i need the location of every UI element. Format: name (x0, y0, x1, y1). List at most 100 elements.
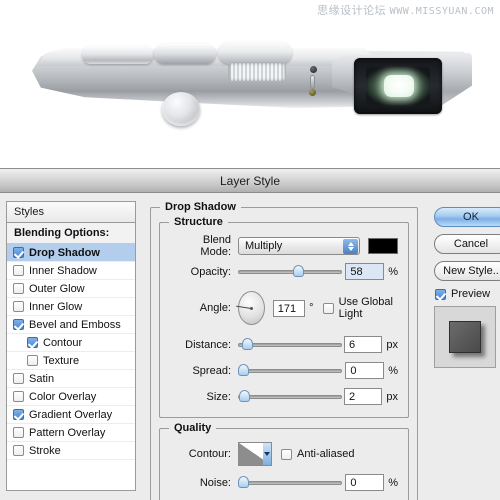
sidebar-item-gradient-overlay[interactable]: Gradient Overlay (7, 406, 135, 424)
checkbox-anti-aliased[interactable] (281, 448, 292, 460)
checkbox-preview[interactable] (435, 288, 446, 300)
angle-input[interactable]: 171 (272, 299, 306, 317)
sidebar-label-satin: Satin (29, 372, 55, 385)
noise-slider-knob[interactable] (238, 475, 249, 488)
drop-shadow-settings-panel: Drop Shadow Structure Blend Mode: Multip… (150, 201, 418, 500)
chevron-updown-icon[interactable] (343, 238, 359, 254)
sidebar-item-drop-shadow[interactable]: Drop Shadow (7, 244, 135, 262)
camera-viewfinder-glow (384, 75, 414, 97)
opacity-input[interactable]: 58 (345, 263, 385, 280)
quality-group: Quality Contour: Anti-aliased Noise: 0 % (159, 422, 409, 500)
dialog-titlebar[interactable]: Layer Style (0, 169, 500, 193)
noise-input[interactable]: 0 (345, 474, 385, 491)
distance-slider-knob[interactable] (242, 337, 253, 350)
contour-label: Contour: (188, 448, 231, 460)
opacity-slider-knob[interactable] (293, 264, 304, 277)
ok-button[interactable]: OK (434, 207, 500, 227)
sidebar-label-bevel-and-emboss: Bevel and Emboss (29, 318, 121, 331)
anti-aliased-row[interactable]: Anti-aliased (281, 448, 354, 460)
screenshot-root: 思缘设计论坛 WWW.MISSYUAN.COM Layer Style Styl… (0, 0, 500, 500)
camera-led-indicator (309, 89, 316, 96)
checkbox-satin[interactable] (13, 373, 24, 384)
opacity-unit: % (388, 265, 398, 278)
size-slider-track (238, 394, 342, 399)
noise-unit: % (388, 476, 398, 489)
sidebar-item-inner-shadow[interactable]: Inner Shadow (7, 262, 135, 280)
sidebar-item-inner-glow[interactable]: Inner Glow (7, 298, 135, 316)
chevron-down-icon[interactable] (263, 443, 271, 465)
sidebar-item-color-overlay[interactable]: Color Overlay (7, 388, 135, 406)
blend-mode-select[interactable]: Multiply (238, 236, 361, 255)
sidebar-item-pattern-overlay[interactable]: Pattern Overlay (7, 424, 135, 442)
checkbox-color-overlay[interactable] (13, 391, 24, 402)
checkbox-bevel-and-emboss[interactable] (13, 319, 24, 330)
opacity-slider-track (238, 269, 342, 274)
blend-mode-label: Blend Mode: (200, 233, 231, 258)
spread-slider-knob[interactable] (238, 363, 249, 376)
sidebar-item-bevel-and-emboss[interactable]: Bevel and Emboss (7, 316, 135, 334)
camera-illustration (32, 30, 472, 140)
distance-input[interactable]: 6 (344, 336, 383, 353)
checkbox-pattern-overlay[interactable] (13, 427, 24, 438)
checkbox-inner-glow[interactable] (13, 301, 24, 312)
size-input[interactable]: 2 (344, 388, 383, 405)
distance-slider[interactable] (238, 337, 342, 352)
new-style-button[interactable]: New Style.. (434, 261, 500, 281)
sidebar-label-texture: Texture (43, 354, 80, 367)
contour-preset-picker[interactable] (238, 442, 272, 466)
sidebar-item-texture[interactable]: Texture (7, 352, 135, 370)
sidebar-item-satin[interactable]: Satin (7, 370, 135, 388)
distance-label: Distance: (185, 338, 231, 351)
camera-photo-area: 思缘设计论坛 WWW.MISSYUAN.COM (0, 0, 500, 168)
watermark-cn-text: 思缘设计论坛 (317, 5, 387, 17)
sidebar-label-pattern-overlay: Pattern Overlay (29, 426, 106, 439)
size-slider-knob[interactable] (239, 389, 250, 402)
checkbox-inner-shadow[interactable] (13, 265, 24, 276)
angle-dial[interactable] (236, 291, 265, 325)
camera-viewfinder-inner (366, 67, 430, 105)
opacity-slider[interactable] (238, 264, 342, 279)
sidebar-item-contour[interactable]: Contour (7, 334, 135, 352)
watermark-url-text: WWW.MISSYUAN.COM (389, 6, 494, 17)
shadow-color-swatch[interactable] (368, 237, 398, 254)
styles-panel-header[interactable]: Styles (7, 202, 135, 223)
noise-slider[interactable] (238, 475, 342, 490)
opacity-row: Opacity: 58 % (170, 261, 398, 282)
sidebar-item-blending-options[interactable]: Blending Options: Default (7, 223, 135, 260)
cancel-button[interactable]: Cancel (434, 234, 500, 254)
size-slider[interactable] (238, 389, 342, 404)
sidebar-label-drop-shadow: Drop Shadow (29, 246, 100, 259)
camera-port-dot (310, 66, 317, 73)
sidebar-label-inner-shadow: Inner Shadow (29, 264, 97, 277)
use-global-light-row[interactable]: Use Global Light (322, 296, 398, 320)
distance-row: Distance: 6 px (170, 334, 398, 355)
blend-mode-row: Blend Mode: Multiply (170, 233, 398, 258)
spread-slider[interactable] (238, 363, 342, 378)
spread-input[interactable]: 0 (345, 362, 385, 379)
checkbox-texture[interactable] (27, 355, 38, 366)
size-unit: px (386, 390, 398, 403)
sidebar-item-stroke[interactable]: Stroke (7, 442, 135, 460)
preview-toggle-row[interactable]: Preview (435, 288, 500, 300)
dialog-action-buttons: OK Cancel New Style.. Preview (434, 207, 500, 368)
sidebar-label-inner-glow: Inner Glow (29, 300, 83, 313)
checkbox-outer-glow[interactable] (13, 283, 24, 294)
spread-label: Spread: (192, 364, 231, 377)
noise-row: Noise: 0 % (170, 472, 398, 493)
checkbox-contour[interactable] (27, 337, 38, 348)
structure-group: Structure Blend Mode: Multiply Opacity: (159, 216, 409, 418)
anti-aliased-label: Anti-aliased (297, 448, 355, 460)
styles-list: Drop Shadow Inner Shadow Outer Glow Inne… (7, 244, 135, 490)
contour-row: Contour: Anti-aliased (170, 441, 398, 467)
checkbox-gradient-overlay[interactable] (13, 409, 24, 420)
sidebar-label-gradient-overlay: Gradient Overlay (29, 408, 113, 421)
checkbox-stroke[interactable] (13, 445, 24, 456)
distance-slider-track (238, 342, 342, 347)
checkbox-drop-shadow[interactable] (13, 247, 24, 258)
spread-slider-track (238, 368, 342, 373)
sidebar-label-outer-glow: Outer Glow (29, 282, 85, 295)
structure-legend: Structure (169, 216, 228, 228)
watermark: 思缘设计论坛 WWW.MISSYUAN.COM (317, 2, 494, 18)
sidebar-item-outer-glow[interactable]: Outer Glow (7, 280, 135, 298)
checkbox-use-global-light[interactable] (322, 302, 334, 314)
